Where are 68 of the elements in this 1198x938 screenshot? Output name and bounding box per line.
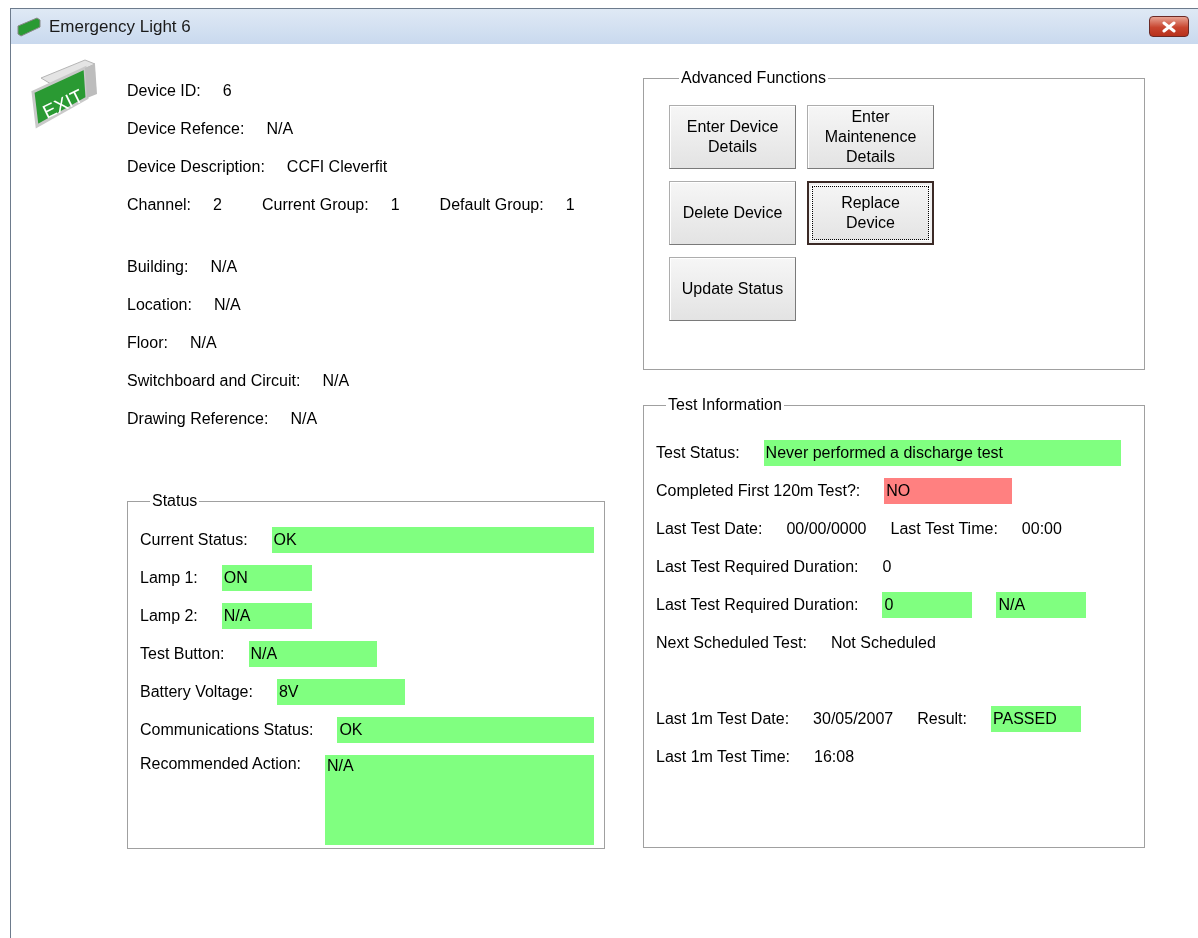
action-button[interactable]: Update Status xyxy=(669,257,796,321)
field-label: Switchboard and Circuit: xyxy=(127,372,301,390)
field-text: Not Scheduled xyxy=(830,634,936,652)
action-button[interactable]: Enter Maintenence Details xyxy=(807,105,934,169)
field-text: 00/00/0000 xyxy=(786,520,867,538)
field-label: Last Test Required Duration: xyxy=(656,558,859,576)
field-value: N/A xyxy=(266,120,294,138)
status-field: 0 xyxy=(882,592,973,618)
field-label: Communications Status: xyxy=(140,721,314,739)
field-label: Battery Voltage: xyxy=(140,683,253,701)
group-title: Status xyxy=(151,492,199,510)
field-value: N/A xyxy=(322,372,350,390)
field-value: 2 xyxy=(213,196,222,214)
field-label: Lamp 1: xyxy=(140,569,198,587)
field-value: 6 xyxy=(222,82,232,100)
field-label: Test Button: xyxy=(140,645,225,663)
field-label: Next Scheduled Test: xyxy=(656,634,807,652)
status-field: 8V xyxy=(276,679,405,705)
field-text: 16:08 xyxy=(814,748,855,766)
field-value: CCFI Cleverfit xyxy=(286,158,388,176)
field-label: Default Group: xyxy=(439,196,544,214)
field-label: Last Test Required Duration: xyxy=(656,596,859,614)
status-field: ON xyxy=(221,565,312,591)
field-label: Drawing Reference: xyxy=(127,410,269,428)
field-label: Device Description: xyxy=(127,158,265,176)
status-field: NO xyxy=(884,478,1013,504)
field-label: Last Test Date: xyxy=(656,520,763,538)
field-value: N/A xyxy=(189,334,217,352)
field-value: N/A xyxy=(210,258,238,276)
status-field: OK xyxy=(271,527,594,553)
close-button[interactable] xyxy=(1149,16,1189,37)
status-field: Never performed a discharge test xyxy=(763,440,1121,466)
field-label: Device ID: xyxy=(127,82,201,100)
field-text: 0 xyxy=(882,558,892,576)
status-field: N/A xyxy=(248,641,377,667)
field-text: Last Test Time: xyxy=(890,520,998,538)
status-field: N/A xyxy=(325,755,594,845)
field-label: Recommended Action: xyxy=(140,755,301,773)
field-label: Device Refence: xyxy=(127,120,245,138)
field-label: Test Status: xyxy=(656,444,740,462)
action-button[interactable]: Delete Device xyxy=(669,181,796,245)
field-label: Building: xyxy=(127,258,189,276)
field-value: 1 xyxy=(390,196,400,214)
close-icon xyxy=(1161,20,1177,33)
field-text: Result: xyxy=(917,710,967,728)
field-label: Location: xyxy=(127,296,192,314)
status-field: PASSED xyxy=(991,706,1081,732)
group-title: Test Information xyxy=(667,396,783,414)
window-title: Emergency Light 6 xyxy=(49,16,191,37)
field-label: Lamp 2: xyxy=(140,607,198,625)
action-button[interactable]: Replace Device xyxy=(807,181,934,245)
status-field: N/A xyxy=(221,603,312,629)
field-value: N/A xyxy=(213,296,241,314)
field-text: 30/05/2007 xyxy=(813,710,894,728)
field-value: N/A xyxy=(290,410,318,428)
field-label: Completed First 120m Test?: xyxy=(656,482,861,500)
status-field: N/A xyxy=(996,592,1087,618)
field-value: 1 xyxy=(565,196,575,214)
field-label: Last 1m Test Time: xyxy=(656,748,790,766)
field-text: 00:00 xyxy=(1021,520,1062,538)
action-button[interactable]: Enter Device Details xyxy=(669,105,796,169)
group-title: Advanced Functions xyxy=(680,69,827,87)
field-label: Current Status: xyxy=(140,531,248,549)
field-label: Floor: xyxy=(127,334,168,352)
field-label: Last 1m Test Date: xyxy=(656,710,790,728)
status-field: OK xyxy=(337,717,594,743)
field-label: Current Group: xyxy=(261,196,369,214)
field-label: Channel: xyxy=(127,196,192,214)
